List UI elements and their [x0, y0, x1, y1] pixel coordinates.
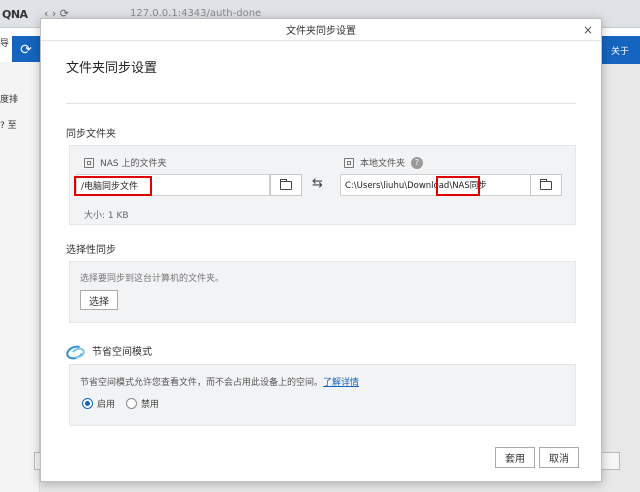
- background-text: ? 至: [0, 121, 17, 131]
- page-title: 文件夹同步设置: [66, 61, 158, 76]
- space-saving-description-text: 节省空间模式允许您查看文件，而不会占用此设备上的空间。: [80, 378, 324, 388]
- nas-icon: [84, 157, 94, 168]
- sync-folder-section-title: 同步文件夹: [66, 129, 116, 140]
- selective-sync-hint: 选择要同步到这台计算机的文件夹。: [80, 274, 225, 284]
- radio-disable-label: 禁用: [141, 400, 160, 410]
- radio-disable-indicator[interactable]: [126, 398, 137, 409]
- help-icon[interactable]: ?: [411, 156, 424, 169]
- background-text: 导: [0, 39, 10, 49]
- sync-folder-panel: NAS 上的文件夹 /电脑同步文件 ⇆ 本地文件夹 ? C:\Users\liu…: [69, 145, 576, 225]
- selective-sync-section-title: 选择性同步: [66, 245, 116, 256]
- radio-enable-indicator[interactable]: [82, 398, 93, 409]
- space-saving-panel: 节省空间模式允许您查看文件，而不会占用此设备上的空间。了解详情 启用 禁用: [69, 364, 576, 426]
- background-text: 度排: [0, 95, 19, 105]
- background-control: [600, 452, 620, 470]
- browse-local-folder-button[interactable]: [530, 174, 562, 196]
- space-saving-section-title: 节省空间模式: [66, 343, 152, 358]
- nas-folder-label: NAS 上的文件夹: [84, 156, 166, 169]
- space-saving-title-text: 节省空间模式: [92, 347, 152, 358]
- close-icon[interactable]: ×: [583, 23, 593, 37]
- space-saving-icon: [66, 345, 84, 357]
- folder-icon: [540, 178, 552, 190]
- dialog-titlebar: 文件夹同步设置 ×: [41, 19, 601, 41]
- local-folder-label: 本地文件夹 ?: [344, 156, 424, 169]
- refresh-icon[interactable]: ⟳: [12, 36, 40, 64]
- selective-sync-panel: 选择要同步到这台计算机的文件夹。 选择: [69, 261, 576, 323]
- apply-button[interactable]: 套用: [495, 447, 535, 468]
- folder-icon: [280, 178, 292, 190]
- nas-folder-label-text: NAS 上的文件夹: [100, 159, 167, 169]
- folder-sync-settings-dialog: 文件夹同步设置 × 文件夹同步设置 同步文件夹 NAS 上的文件夹 /电脑同步文…: [40, 18, 602, 482]
- swap-arrows-icon: ⇆: [312, 176, 323, 191]
- about-button[interactable]: 关于: [600, 36, 640, 64]
- dialog-window-title: 文件夹同步设置: [286, 26, 356, 37]
- learn-more-link[interactable]: 了解详情: [323, 378, 359, 388]
- cancel-button[interactable]: 取消: [539, 447, 579, 468]
- radio-enable-label: 启用: [97, 400, 116, 410]
- folder-size: 大小: 1 KB: [84, 211, 129, 221]
- browse-nas-folder-button[interactable]: [270, 174, 302, 196]
- space-saving-description: 节省空间模式允许您查看文件，而不会占用此设备上的空间。了解详情: [80, 375, 359, 388]
- highlight-box: [74, 176, 152, 196]
- monitor-icon: [344, 157, 354, 168]
- app-logo: QNA: [2, 8, 28, 21]
- radio-enable[interactable]: 启用: [82, 397, 115, 410]
- select-folders-button[interactable]: 选择: [80, 290, 118, 310]
- highlight-box: [436, 176, 480, 196]
- divider: [66, 103, 576, 104]
- radio-disable[interactable]: 禁用: [126, 397, 159, 410]
- local-folder-label-text: 本地文件夹: [360, 159, 406, 169]
